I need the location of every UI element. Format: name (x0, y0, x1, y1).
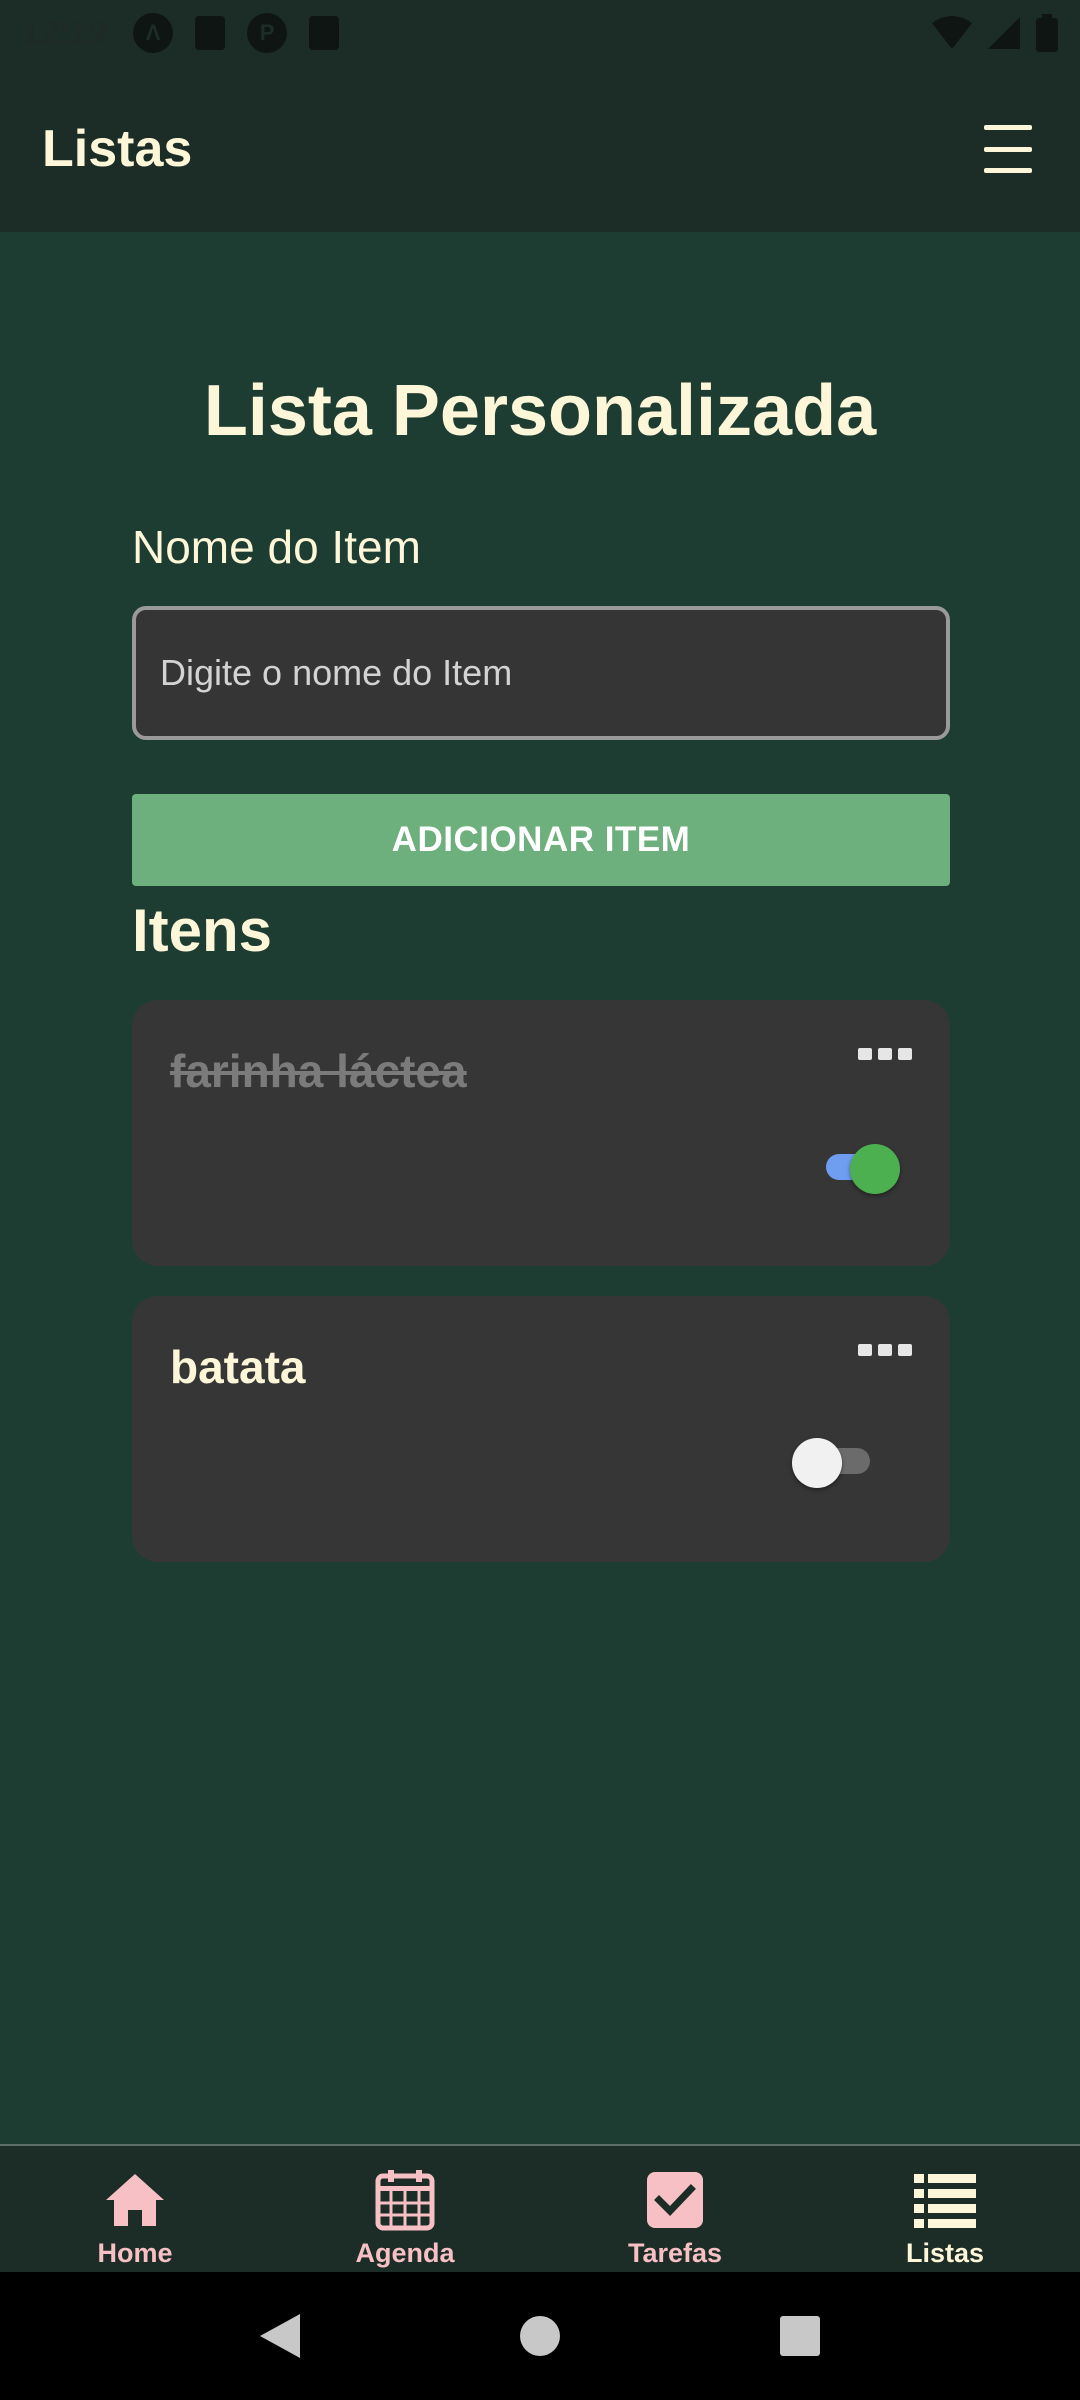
more-dot (898, 1344, 912, 1356)
nav-item-agenda[interactable]: Agenda (270, 2146, 540, 2272)
more-dot (878, 1344, 892, 1356)
recents-icon[interactable] (770, 2306, 830, 2366)
checkbox-icon (647, 2172, 703, 2228)
menu-line (984, 168, 1032, 173)
calendar-icon (375, 2170, 435, 2231)
more-dot (878, 1048, 892, 1060)
battery-icon (1036, 14, 1058, 52)
system-nav (0, 2272, 1080, 2400)
toggle-thumb (850, 1144, 900, 1194)
item-done-toggle[interactable] (792, 1432, 880, 1488)
status-icons-right (932, 14, 1058, 52)
list-icon (914, 2174, 976, 2228)
app-bar: Listas (0, 66, 1080, 232)
hamburger-menu-icon[interactable] (978, 119, 1038, 179)
p-icon: P (247, 13, 288, 53)
page-title: Lista Personalizada (203, 371, 877, 451)
nav-label-agenda: Agenda (355, 2238, 455, 2268)
menu-line (984, 146, 1032, 152)
home-icon (106, 2174, 164, 2226)
a-icon: Λ (133, 13, 174, 53)
nav-label-listas: Listas (905, 2238, 985, 2268)
list-item-name: farinha láctea (170, 1045, 467, 1097)
nav-item-listas[interactable]: Listas (810, 2146, 1080, 2272)
more-dot (858, 1344, 872, 1356)
list-item: farinha láctea (132, 1000, 950, 1266)
item-name-label: Nome do Item (132, 521, 421, 573)
toggle-thumb (792, 1438, 842, 1488)
screen: 12:19 Λ P Listas Lista Personalizada Nom… (0, 0, 1080, 2400)
sd-card-icon (309, 16, 340, 50)
list-item: batata (132, 1296, 950, 1562)
more-options-icon[interactable] (858, 1344, 912, 1356)
home-circle-icon[interactable] (510, 2306, 570, 2366)
nav-item-tarefas[interactable]: Tarefas (540, 2146, 810, 2272)
status-icons-left: Λ P (133, 13, 340, 53)
items-section-title: Itens (132, 897, 273, 964)
status-bar: 12:19 Λ P (0, 0, 1080, 66)
wifi-icon (932, 16, 972, 49)
bottom-nav: Home Agenda Tarefas Listas (0, 2144, 1080, 2272)
app-title: Listas (42, 120, 193, 178)
nav-item-home[interactable]: Home (0, 2146, 270, 2272)
back-icon[interactable] (250, 2306, 310, 2366)
item-done-toggle[interactable] (816, 1138, 904, 1194)
nav-label-home: Home (97, 2238, 173, 2268)
text-icon (195, 16, 226, 50)
signal-icon (988, 17, 1020, 49)
item-name-input[interactable] (132, 606, 950, 740)
list-item-name: batata (170, 1341, 306, 1393)
more-dot (898, 1048, 912, 1060)
nav-label-tarefas: Tarefas (627, 2238, 723, 2268)
status-time: 12:19 (22, 13, 108, 52)
more-options-icon[interactable] (858, 1048, 912, 1060)
more-dot (858, 1048, 872, 1060)
add-item-button[interactable]: ADICIONAR ITEM (132, 794, 950, 886)
menu-line (984, 125, 1032, 130)
